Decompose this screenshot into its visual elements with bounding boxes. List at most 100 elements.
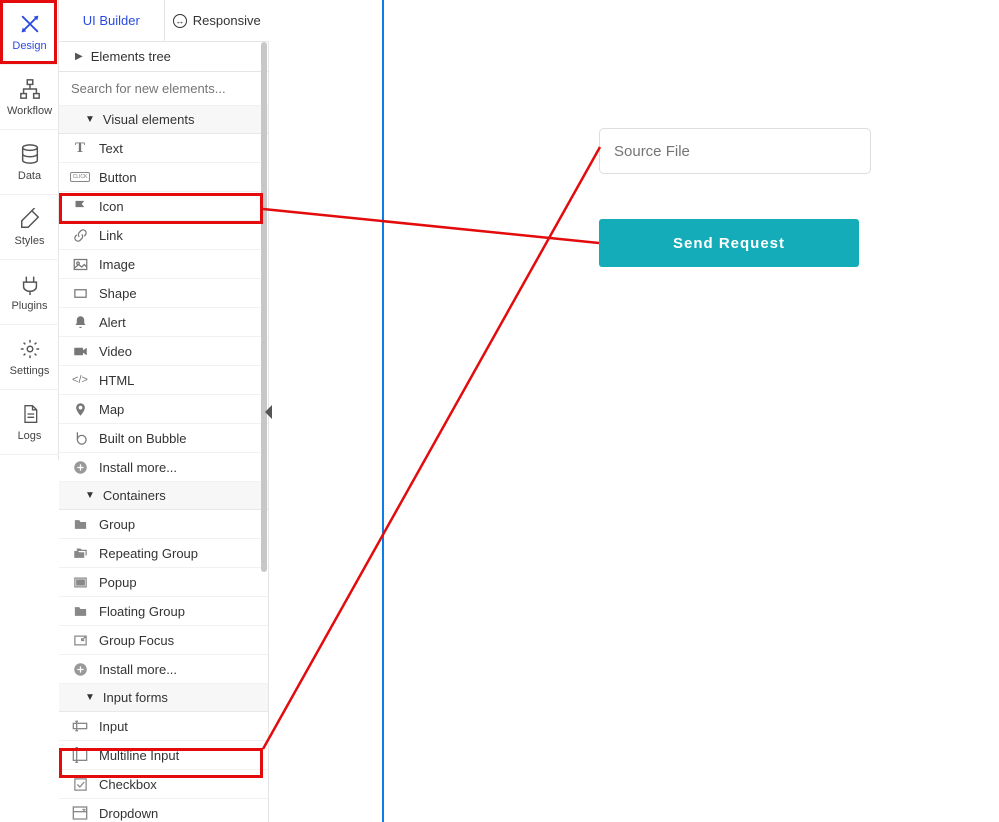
panel-collapse-handle[interactable]	[265, 405, 272, 419]
section-containers[interactable]: ▼ Containers	[59, 482, 268, 510]
sidebar-item-logs[interactable]: Logs	[0, 390, 59, 455]
folder-icon	[71, 515, 89, 533]
element-repeating-group[interactable]: Repeating Group	[59, 539, 268, 568]
element-video[interactable]: Video	[59, 337, 268, 366]
element-label: Built on Bubble	[99, 431, 186, 446]
element-label: Input	[99, 719, 128, 734]
element-install-more-containers[interactable]: Install more...	[59, 655, 268, 684]
element-shape[interactable]: Shape	[59, 279, 268, 308]
element-popup[interactable]: Popup	[59, 568, 268, 597]
shape-icon	[71, 284, 89, 302]
sidebar-item-workflow[interactable]: Workflow	[0, 65, 59, 130]
element-label: Link	[99, 228, 123, 243]
element-label: Map	[99, 402, 124, 417]
floating-folder-icon	[71, 602, 89, 620]
plus-circle-icon	[71, 660, 89, 678]
element-floating-group[interactable]: Floating Group	[59, 597, 268, 626]
send-request-button[interactable]: Send Request	[599, 219, 859, 267]
element-link[interactable]: Link	[59, 221, 268, 250]
sidebar-item-styles[interactable]: Styles	[0, 195, 59, 260]
folders-icon	[71, 544, 89, 562]
element-multiline-input[interactable]: Multiline Input	[59, 741, 268, 770]
element-label: Alert	[99, 315, 126, 330]
element-alert[interactable]: Alert	[59, 308, 268, 337]
element-label: Group Focus	[99, 633, 174, 648]
section-input-forms[interactable]: ▼ Input forms	[59, 684, 268, 712]
element-text[interactable]: T Text	[59, 134, 268, 163]
plus-circle-icon	[71, 458, 89, 476]
caret-down-icon: ▼	[85, 692, 95, 703]
element-label: Multiline Input	[99, 748, 179, 763]
sidebar-item-design[interactable]: Design	[0, 0, 59, 65]
caret-down-icon: ▼	[85, 490, 95, 501]
element-label: Install more...	[99, 662, 177, 677]
multiline-input-icon	[71, 746, 89, 764]
element-label: Image	[99, 257, 135, 272]
element-label: Group	[99, 517, 135, 532]
link-icon	[71, 226, 89, 244]
element-label: Checkbox	[99, 777, 157, 792]
checkbox-icon	[71, 775, 89, 793]
tab-ui-builder[interactable]: UI Builder	[59, 0, 165, 41]
section-visual-elements[interactable]: ▼ Visual elements	[59, 106, 268, 134]
element-search-input[interactable]	[69, 80, 258, 97]
sidebar-item-label: Settings	[10, 365, 50, 377]
element-built-on-bubble[interactable]: Built on Bubble	[59, 424, 268, 453]
elements-panel: ▶ Elements tree ▼ Visual elements T Text…	[59, 42, 269, 822]
element-label: Dropdown	[99, 806, 158, 821]
editor-canvas[interactable]: Send Request	[269, 0, 999, 822]
element-label: Install more...	[99, 460, 177, 475]
element-label: Floating Group	[99, 604, 185, 619]
element-icon[interactable]: Icon	[59, 192, 268, 221]
flag-icon	[71, 197, 89, 215]
element-group[interactable]: Group	[59, 510, 268, 539]
section-label: Containers	[103, 488, 166, 503]
editor-mode-tabs: UI Builder ↔ Responsive	[59, 0, 269, 42]
sidebar-item-plugins[interactable]: Plugins	[0, 260, 59, 325]
element-map[interactable]: Map	[59, 395, 268, 424]
input-icon	[71, 717, 89, 735]
element-html[interactable]: </> HTML	[59, 366, 268, 395]
caret-down-icon: ▼	[85, 114, 95, 125]
popup-icon	[71, 573, 89, 591]
element-checkbox[interactable]: Checkbox	[59, 770, 268, 799]
element-label: Shape	[99, 286, 137, 301]
tab-label: UI Builder	[83, 13, 140, 28]
sidebar-item-label: Plugins	[11, 300, 47, 312]
tab-label: Responsive	[193, 13, 261, 28]
database-icon	[18, 142, 42, 166]
elements-tree-toggle[interactable]: ▶ Elements tree	[59, 42, 268, 72]
workflow-tree-icon	[18, 77, 42, 101]
element-label: Icon	[99, 199, 124, 214]
element-group-focus[interactable]: Group Focus	[59, 626, 268, 655]
sidebar-item-label: Logs	[18, 430, 42, 442]
main-sidebar: Design Workflow Data	[0, 0, 59, 460]
sidebar-item-label: Styles	[15, 235, 45, 247]
map-pin-icon	[71, 400, 89, 418]
element-dropdown[interactable]: Dropdown	[59, 799, 268, 822]
gear-icon	[18, 337, 42, 361]
source-file-input[interactable]	[599, 128, 871, 174]
sidebar-item-settings[interactable]: Settings	[0, 325, 59, 390]
section-label: Input forms	[103, 690, 168, 705]
element-button[interactable]: CLICK Button	[59, 163, 268, 192]
element-label: HTML	[99, 373, 134, 388]
video-icon	[71, 342, 89, 360]
element-label: Repeating Group	[99, 546, 198, 561]
sidebar-item-label: Design	[12, 40, 46, 52]
element-label: Popup	[99, 575, 137, 590]
button-icon: CLICK	[71, 168, 89, 186]
element-image[interactable]: Image	[59, 250, 268, 279]
caret-right-icon: ▶	[75, 51, 83, 62]
sidebar-item-data[interactable]: Data	[0, 130, 59, 195]
tab-responsive[interactable]: ↔ Responsive	[165, 0, 270, 41]
page-boundary-guide	[382, 0, 384, 822]
html-icon: </>	[71, 371, 89, 389]
element-install-more-visual[interactable]: Install more...	[59, 453, 268, 482]
panel-scrollbar[interactable]	[261, 42, 267, 572]
element-input[interactable]: Input	[59, 712, 268, 741]
element-label: Text	[99, 141, 123, 156]
element-label: Video	[99, 344, 132, 359]
elements-tree-label: Elements tree	[91, 49, 171, 64]
group-focus-icon	[71, 631, 89, 649]
